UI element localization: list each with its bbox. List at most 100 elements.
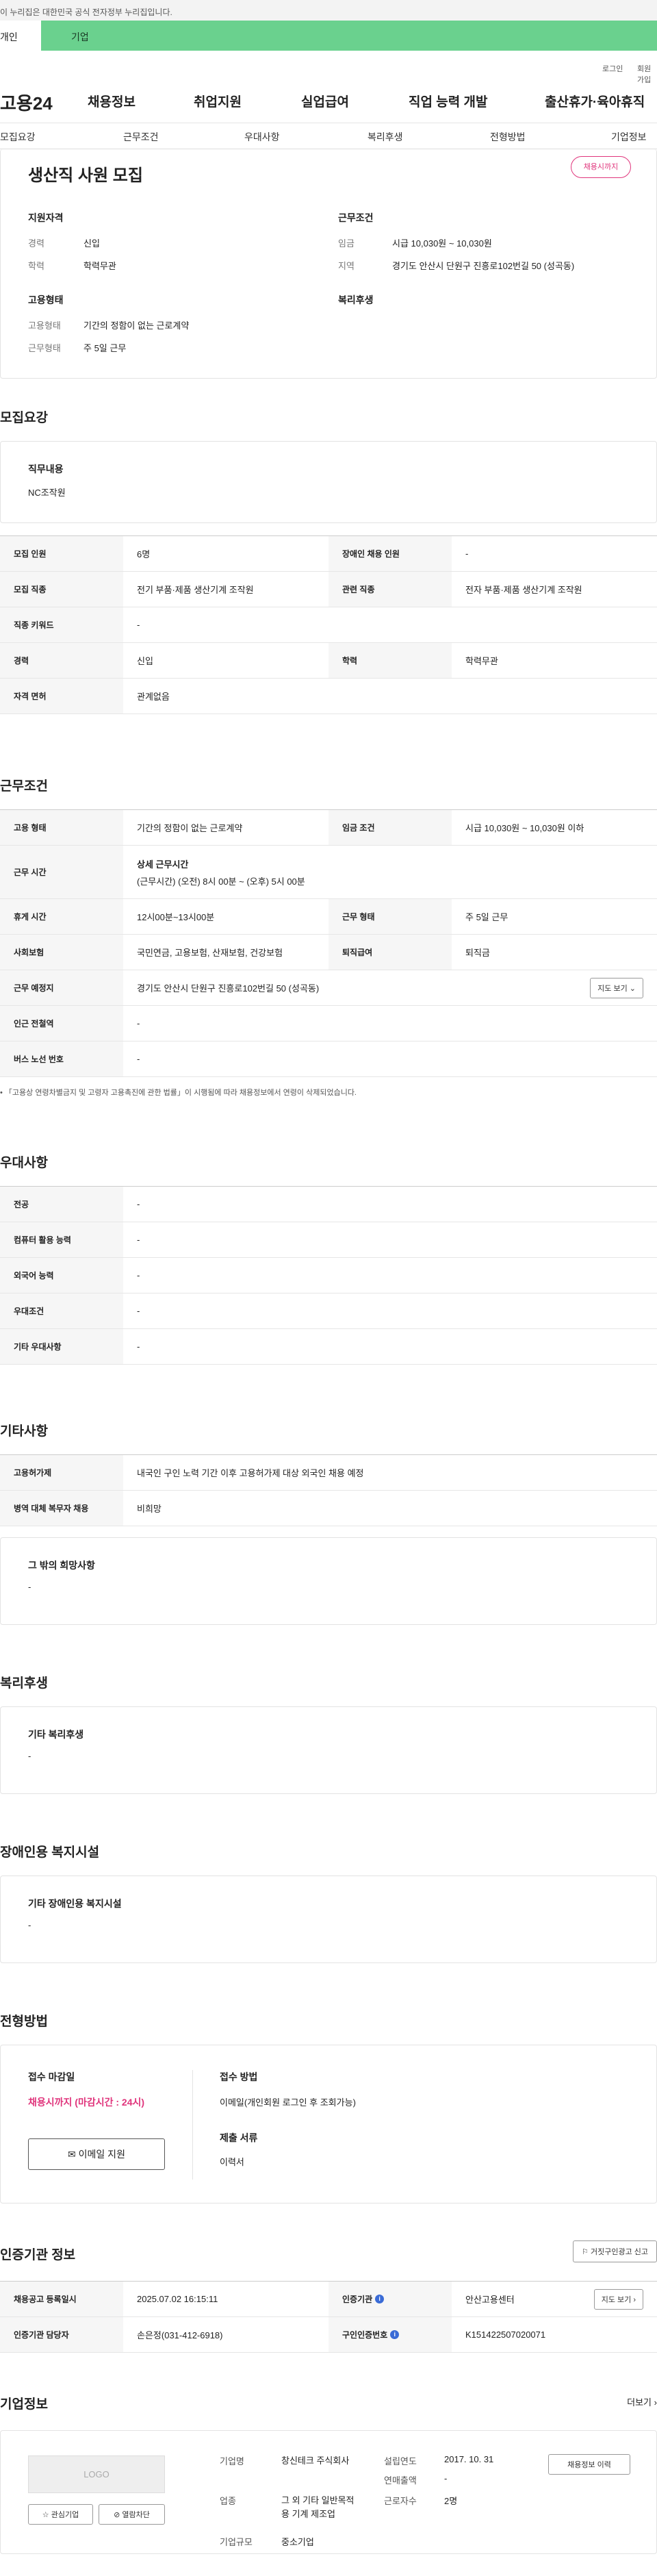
emptype-value: 기간의 정함이 없는 근로계약 xyxy=(137,823,243,833)
welfare-box: 기타 복리후생 - xyxy=(0,1706,657,1794)
table-row: 기타 우대사항 - xyxy=(0,1329,657,1365)
preferences-section: 우대사항 전공 - 컴퓨터 활용 능력 - 외국어 능력 - 우대조건 - 기타 우대사… xyxy=(0,1152,657,1365)
table-row: 근무 시간 상세 근무시간 (근무시간) (오전) 8시 00분 ~ (오후) … xyxy=(0,846,657,899)
map-button[interactable]: 지도 보기 ⌄ xyxy=(590,977,643,998)
region-label: 지역 xyxy=(338,261,355,271)
pref-label: 외국어 능력 xyxy=(0,1258,123,1293)
education-label: 학력 xyxy=(28,261,44,271)
career-value: 신입 xyxy=(83,238,100,249)
employment-type-label: 고용형태 xyxy=(28,320,61,331)
tab-company[interactable]: 기업정보 xyxy=(611,130,647,144)
welfare-heading: 복리후생 xyxy=(338,294,374,305)
certification-title: 인증기관 정보 xyxy=(0,2248,76,2262)
favorite-company-button[interactable]: ☆ 관심기업 xyxy=(28,2504,93,2525)
global-nav: 고용24 채용정보 취업지원 실업급여 직업 능력 개발 출산휴가·육아휴직 xyxy=(0,75,657,123)
table-row: 병역 대체 복무자 채용 비희망 xyxy=(0,1491,657,1526)
company-more-label: 더보기 xyxy=(627,2397,652,2408)
education-value: 학력무관 xyxy=(465,656,498,666)
num-label-text: 구인인증번호 xyxy=(342,2330,388,2340)
email-apply-button[interactable]: ✉ 이메일 지원 xyxy=(28,2138,165,2170)
manager-label: 인증기관 담당자 xyxy=(0,2317,123,2352)
tab-conditions[interactable]: 근무조건 xyxy=(123,130,159,144)
etc-title: 기타사항 xyxy=(0,1424,48,1439)
job-title: 생산직 사원 모집 xyxy=(28,166,143,185)
welfare-other-title: 기타 복리후생 xyxy=(28,1729,84,1740)
tab-preferences[interactable]: 우대사항 xyxy=(244,130,280,144)
work-type-label: 근무형태 xyxy=(28,343,61,353)
process-section: 전형방법 접수 마감일 채용시까지 (마감시간 : 24시) ✉ 이메일 지원 … xyxy=(0,2011,657,2204)
hours-value: (근무시간) (오전) 8시 00분 ~ (오후) 5시 00분 xyxy=(137,876,305,887)
disabled-facilities-title: 장애인용 복지시설 xyxy=(0,1845,100,1860)
info-icon[interactable]: i xyxy=(375,2295,385,2303)
site-logo[interactable]: 고용24 xyxy=(0,90,53,115)
company-box: LOGO ☆ 관심기업 ⊘ 열람차단 기업명 창신테크 주식회사 업종 그 외 … xyxy=(0,2430,657,2554)
employees-label: 근로자수 xyxy=(384,2496,417,2506)
military-value: 비희망 xyxy=(137,1504,162,1514)
disabled-label: 장애인 채용 인원 xyxy=(328,536,452,571)
founded-value: 2017. 10. 31 xyxy=(444,2454,494,2464)
preferences-table: 전공 - 컴퓨터 활용 능력 - 외국어 능력 - 우대조건 - 기타 우대사항 - xyxy=(0,1186,657,1365)
company-more-link[interactable]: 더보기 › xyxy=(627,2395,657,2408)
conditions-table: 고용 형태 기간의 정함이 없는 근로계약 임금 조건 시급 10,030원 ~ 1… xyxy=(0,809,657,1077)
report-button[interactable]: ⚐ 거짓구인광고 신고 xyxy=(573,2240,657,2262)
pref-label: 우대조건 xyxy=(0,1293,123,1328)
wage-label: 임금 xyxy=(338,238,355,249)
login-link[interactable]: 로그인 xyxy=(602,63,623,74)
related-value: 전자 부품·제품 생산기계 조작원 xyxy=(465,585,582,595)
gnb-item-parental-leave[interactable]: 출산휴가·육아휴직 xyxy=(545,92,645,110)
age-note: • 「고용상 연령차별금지 및 고령자 고용촉진에 관한 법률」이 시행됨에 따… xyxy=(0,1087,657,1098)
wage-value: 시급 10,030원 ~ 10,030원 xyxy=(392,238,492,249)
org-map-button[interactable]: 지도 보기 › xyxy=(593,2288,643,2310)
table-row: 자격 면허 관계없음 xyxy=(0,679,657,714)
gov-banner: 이 누리집은 대한민국 공식 전자정부 누리집입니다. xyxy=(0,0,657,21)
org-label: 인증기관 i xyxy=(328,2282,452,2316)
gnb-item-job-training[interactable]: 직업 능력 개발 xyxy=(409,92,487,110)
pref-value: - xyxy=(137,1341,140,1352)
table-row: 모집 직종 전기 부품·제품 생산기계 조작원 관련 직종 전자 부품·제품 생산기… xyxy=(0,572,657,607)
recruit-title: 모집요강 xyxy=(0,411,48,425)
keyword-label: 직종 키워드 xyxy=(0,607,123,642)
pref-value: - xyxy=(137,1235,140,1245)
insurance-label: 사회보험 xyxy=(0,935,123,970)
user-type-individual-tab[interactable]: 개인 xyxy=(0,21,41,51)
career-label: 경력 xyxy=(28,238,44,249)
people-label: 모집 인원 xyxy=(0,536,123,571)
user-type-corporate-tab[interactable]: 기업 xyxy=(71,30,89,44)
disabled-facilities-box: 기타 장애인용 복지시설 - xyxy=(0,1876,657,1963)
table-row: 우대조건 - xyxy=(0,1293,657,1329)
disabled-facilities-other-value: - xyxy=(28,1920,31,1930)
history-button[interactable]: 채용정보 이력 xyxy=(548,2454,630,2475)
process-divider xyxy=(192,2070,193,2180)
company-name-label: 기업명 xyxy=(220,2456,244,2466)
pref-value: - xyxy=(137,1306,140,1316)
tab-welfare[interactable]: 복리후생 xyxy=(368,130,403,144)
employment-type-heading: 고용형태 xyxy=(28,294,64,305)
conditions-title: 근무조건 xyxy=(0,779,48,794)
table-row: 근무 예정지 경기도 안산시 단원구 진흥로102번길 50 (성곡동) 지도 … xyxy=(0,970,657,1006)
method-label: 접수 방법 xyxy=(220,2071,258,2082)
docs-value: 이력서 xyxy=(220,2157,244,2167)
emptype-label: 고용 형태 xyxy=(0,810,123,845)
mail-icon: ✉ xyxy=(68,2149,76,2160)
company-name-value: 창신테크 주식회사 xyxy=(281,2455,350,2466)
recruit-section: 모집요강 직무내용 NC조작원 모집 인원 6명 장애인 채용 인원 - 모집 직종… xyxy=(0,407,657,714)
num-label: 구인인증번호 i xyxy=(328,2317,452,2352)
table-row: 외국어 능력 - xyxy=(0,1258,657,1293)
section-tabs: 모집요강 근무조건 우대사항 복리후생 전형방법 기업정보 xyxy=(0,123,657,149)
related-label: 관련 직종 xyxy=(328,572,452,607)
gnb-item-unemployment-benefit[interactable]: 실업급여 xyxy=(301,92,349,110)
deadline-label: 접수 마감일 xyxy=(28,2071,75,2082)
gnb-item-employment-support[interactable]: 취업지원 xyxy=(194,92,242,110)
info-icon[interactable]: i xyxy=(390,2330,400,2339)
military-label: 병역 대체 복무자 채용 xyxy=(0,1491,123,1526)
tab-process[interactable]: 전형방법 xyxy=(490,130,526,144)
table-row: 인증기관 담당자 손은정(031-412-6918) 구인인증번호 i K151422… xyxy=(0,2317,657,2353)
disabled-facilities-other-title: 기타 장애인용 복지시설 xyxy=(28,1898,122,1909)
table-row: 전공 - xyxy=(0,1187,657,1222)
gnb-item-jobs[interactable]: 채용정보 xyxy=(88,92,136,110)
license-label: 자격 면허 xyxy=(0,679,123,714)
tab-recruit[interactable]: 모집요강 xyxy=(0,130,36,144)
block-view-button[interactable]: ⊘ 열람차단 xyxy=(99,2504,165,2525)
size-value: 중소기업 xyxy=(281,2537,314,2547)
table-row: 버스 노선 번호 - xyxy=(0,1041,657,1077)
